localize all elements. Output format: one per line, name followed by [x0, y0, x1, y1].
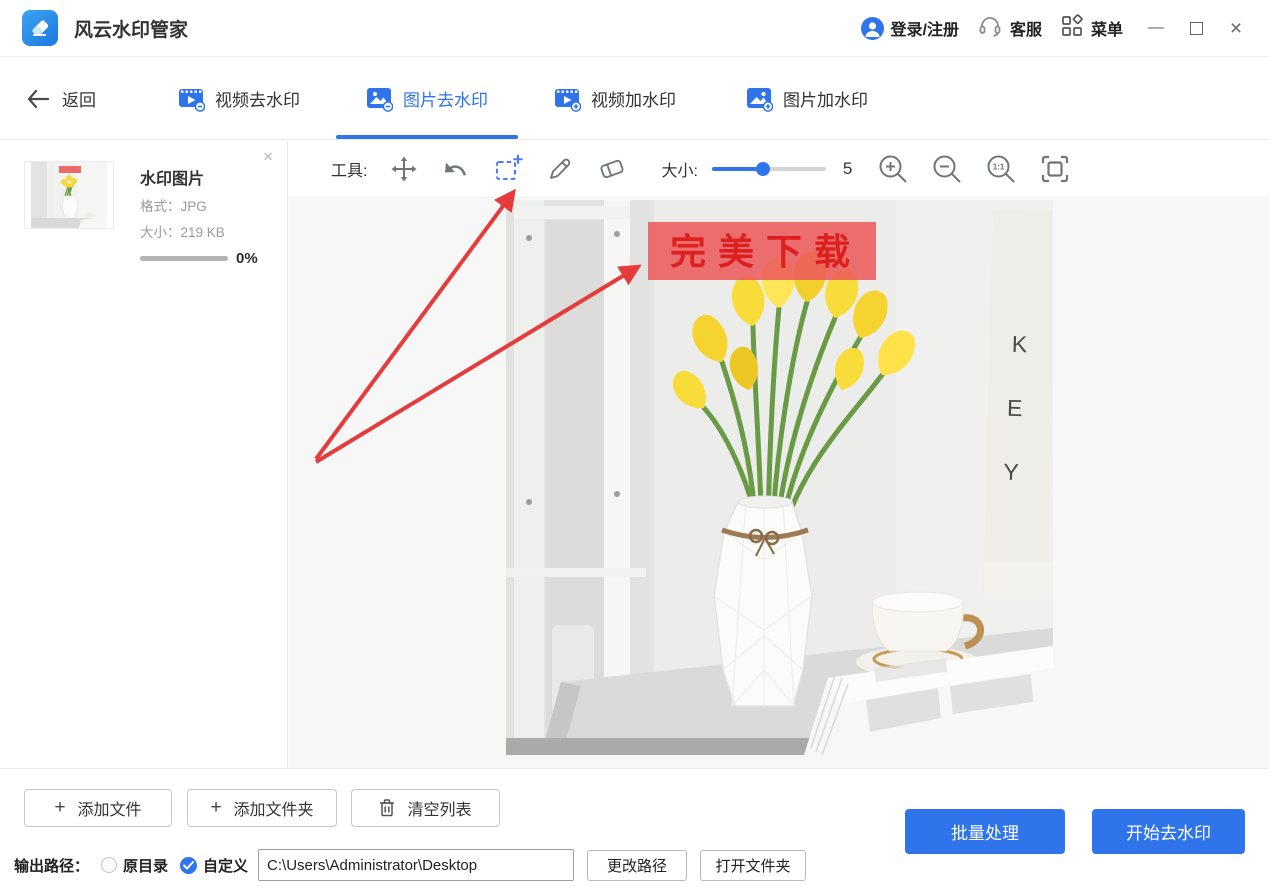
eraser-icon: [600, 159, 625, 179]
tab-label: 图片加水印: [783, 91, 868, 110]
move-icon: [391, 156, 417, 182]
back-label: 返回: [62, 91, 96, 110]
rect-select-icon: [496, 154, 524, 180]
output-path-label: 输出路径：: [14, 857, 90, 875]
vase: [712, 495, 813, 707]
nav-tab-bar: 返回 视频去水印 图片去水印 视频加水印 图片加水印: [0, 58, 1269, 140]
svg-text:E: E: [1006, 395, 1022, 421]
title-bar: 风云水印管家 登录/注册 客服 菜单 — ×: [0, 0, 1269, 57]
svg-text:K: K: [1011, 331, 1028, 357]
tab-label: 图片去水印: [403, 91, 488, 110]
login-label: 登录/注册: [890, 22, 959, 39]
undo-tool-button[interactable]: [441, 154, 471, 184]
file-thumbnail: [24, 161, 114, 229]
zoom-in-icon: [879, 155, 907, 183]
maximize-icon: [1189, 21, 1203, 35]
radio-off-icon: [101, 857, 118, 873]
headset-icon: [977, 13, 1003, 44]
back-arrow-icon: [27, 89, 50, 108]
output-path-input[interactable]: [258, 849, 575, 881]
brush-size-label: 大小:: [661, 163, 698, 180]
output-path-row: 输出路径： 原目录 自定义 更改路径 打开文件夹: [10, 849, 807, 881]
plus-icon: +: [54, 797, 66, 818]
radio-checked-icon: [180, 856, 198, 874]
radio-original-dir[interactable]: 原目录: [101, 855, 168, 876]
progress-percent: 0%: [236, 250, 258, 267]
svg-text:完美下载: 完美下载: [669, 232, 861, 272]
file-list-item[interactable]: 水印图片 格式：JPG 大小：219 KB 0% ×: [0, 141, 287, 267]
change-path-button[interactable]: 更改路径: [587, 849, 688, 881]
tab-label: 视频去水印: [215, 91, 300, 110]
tab-video-add-watermark[interactable]: 视频加水印: [554, 58, 676, 139]
pencil-icon: [550, 158, 571, 179]
maximize-button[interactable]: [1181, 13, 1211, 43]
tab-image-remove-watermark[interactable]: 图片去水印: [336, 58, 518, 139]
back-button[interactable]: 返回: [26, 86, 96, 111]
eraser-tool-button[interactable]: [597, 154, 627, 184]
file-size: 大小：219 KB: [140, 225, 225, 240]
file-list-panel: 水印图片 格式：JPG 大小：219 KB 0% ×: [0, 141, 288, 768]
zoom-in-button[interactable]: [875, 151, 911, 187]
zoom-out-button[interactable]: [929, 151, 965, 187]
editor-canvas[interactable]: K E Y 完美下载: [289, 199, 1269, 768]
start-remove-watermark-button[interactable]: 开始去水印: [1092, 809, 1245, 854]
one-to-one-icon: 1:1: [987, 155, 1015, 183]
video-add-icon: [555, 89, 581, 112]
fit-screen-icon: [1041, 155, 1069, 183]
svg-text:Y: Y: [1003, 459, 1019, 485]
brush-size-value: 5: [842, 159, 853, 178]
undo-icon: [445, 162, 467, 176]
remove-file-icon[interactable]: ×: [263, 147, 273, 167]
svg-text:1:1: 1:1: [993, 163, 1005, 172]
menu-label: 菜单: [1090, 22, 1123, 39]
tab-label: 视频加水印: [591, 91, 676, 110]
progress-bar: [140, 256, 228, 261]
user-avatar-icon: [860, 16, 884, 40]
add-file-button[interactable]: + 添加文件: [24, 789, 172, 827]
pencil-tool-button[interactable]: [545, 154, 575, 184]
watermark-overlay: 完美下载: [647, 222, 876, 280]
customer-service-button[interactable]: 客服: [977, 13, 1042, 44]
minimize-button[interactable]: —: [1141, 13, 1171, 43]
image-add-icon: [747, 88, 773, 112]
tab-image-add-watermark[interactable]: 图片加水印: [746, 58, 868, 139]
editor-toolbar: 工具: 大小: 5 1:1: [289, 141, 1269, 198]
active-tab-underline: [336, 135, 518, 139]
add-folder-button[interactable]: + 添加文件夹: [187, 789, 337, 827]
close-button[interactable]: ×: [1221, 13, 1251, 43]
tab-video-remove-watermark[interactable]: 视频去水印: [178, 58, 300, 139]
fit-screen-button[interactable]: [1037, 151, 1073, 187]
plus-icon: +: [210, 797, 222, 818]
image-remove-icon: [367, 88, 393, 112]
customer-service-label: 客服: [1009, 22, 1042, 39]
zoom-out-icon: [933, 155, 961, 183]
file-format: 格式：JPG: [140, 199, 207, 214]
login-button[interactable]: 登录/注册: [860, 16, 959, 40]
poster: K E Y: [982, 209, 1053, 593]
app-logo-icon: [22, 10, 58, 46]
footer-bar: + 添加文件 + 添加文件夹 清空列表 输出路径： 原目录 自定义 更改路径: [0, 768, 1269, 887]
video-remove-icon: [179, 89, 205, 112]
menu-button[interactable]: 菜单: [1060, 13, 1123, 43]
radio-custom-dir[interactable]: 自定义: [180, 855, 248, 876]
brush-size-slider[interactable]: [711, 162, 826, 176]
grid-menu-icon: [1060, 13, 1084, 43]
clear-list-button[interactable]: 清空列表: [351, 789, 500, 827]
rect-select-tool-button[interactable]: [493, 154, 524, 184]
actual-size-button[interactable]: 1:1: [983, 151, 1019, 187]
file-name: 水印图片: [140, 171, 205, 188]
tools-label: 工具:: [331, 163, 368, 180]
trash-icon: [380, 799, 395, 817]
app-title: 风云水印管家: [74, 19, 189, 41]
batch-process-button[interactable]: 批量处理: [905, 809, 1065, 854]
preview-image[interactable]: K E Y 完美下载: [505, 200, 1053, 755]
slider-thumb[interactable]: [756, 162, 771, 176]
move-tool-button[interactable]: [389, 154, 419, 184]
open-folder-button[interactable]: 打开文件夹: [700, 849, 807, 881]
